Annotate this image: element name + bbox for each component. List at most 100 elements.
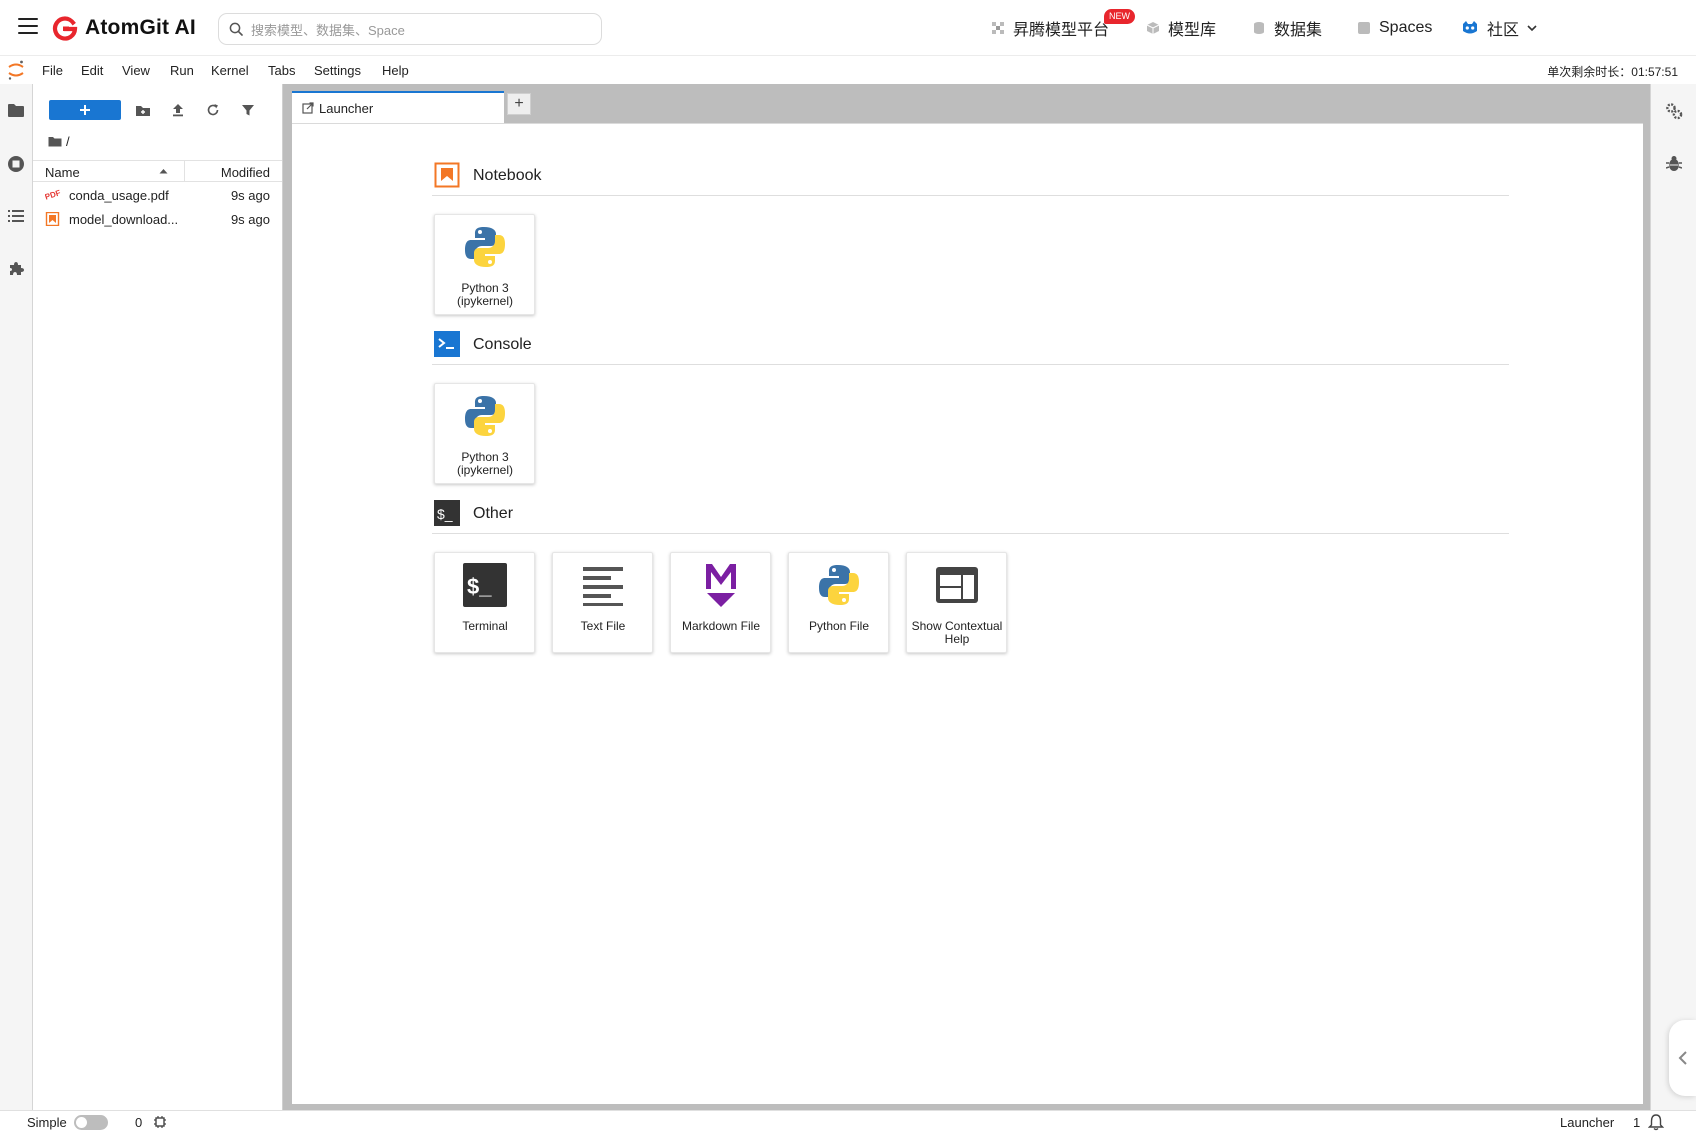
menu-edit[interactable]: Edit (81, 63, 103, 78)
menu-run[interactable]: Run (170, 63, 194, 78)
database-icon (1254, 22, 1264, 34)
site-search-input[interactable] (251, 20, 591, 40)
nav-community-label: 社区 (1487, 22, 1520, 39)
file-row[interactable]: PDF conda_usage.pdf 9s ago (33, 183, 282, 207)
launcher-card-contextual-help[interactable]: Show Contextual Help (906, 552, 1007, 653)
extensions-tab[interactable] (6, 258, 26, 278)
plus-icon (80, 105, 90, 115)
file-row[interactable]: model_download... 9s ago (33, 207, 282, 231)
card-label: Markdown File (681, 619, 761, 633)
search-icon (229, 22, 243, 36)
breadcrumb-path[interactable]: / (66, 134, 70, 149)
bell-icon[interactable] (1648, 1113, 1664, 1131)
jupyter-logo-icon[interactable] (7, 59, 25, 81)
nav-spaces[interactable]: Spaces (1357, 17, 1432, 39)
menu-help[interactable]: Help (382, 63, 409, 78)
card-label: Python 3 (ipykernel) (456, 281, 513, 308)
breadcrumb[interactable]: / (48, 134, 70, 149)
section-header: $_ Other (432, 500, 1509, 534)
card-label: Terminal (462, 619, 508, 633)
active-tab-name: Launcher (1560, 1115, 1615, 1130)
new-launcher-button[interactable] (49, 100, 121, 120)
kernel-count[interactable]: 0 (135, 1115, 142, 1130)
nav-community[interactable]: 社区 (1461, 17, 1537, 39)
file-modified: 9s ago (230, 212, 270, 227)
status-bar: Simple 0 Launcher 1 (0, 1110, 1696, 1133)
card-label: Text File (580, 619, 626, 633)
stop-circle-icon (8, 156, 24, 172)
nav-model-library-label: 模型库 (1168, 22, 1217, 39)
site-search-box[interactable] (218, 13, 602, 45)
refresh-icon (207, 104, 219, 116)
terminal-section-icon: $_ (434, 500, 460, 526)
launcher-card-console-python3[interactable]: Python 3 (ipykernel) (434, 383, 535, 484)
file-name: conda_usage.pdf (69, 188, 169, 203)
simple-mode-toggle[interactable] (74, 1115, 108, 1130)
column-name-header[interactable]: Name (45, 165, 80, 180)
python-icon (461, 392, 509, 440)
terminal-icon: $_ (461, 561, 509, 609)
column-divider[interactable] (184, 161, 185, 181)
new-folder-button[interactable] (134, 101, 152, 119)
file-browser-panel: / Name Modified PDF conda_usage.pdf 9s a… (33, 84, 283, 1110)
refresh-button[interactable] (204, 101, 222, 119)
table-of-contents-tab[interactable] (6, 206, 26, 226)
new-tab-button[interactable]: + (507, 93, 531, 115)
column-modified-header[interactable]: Modified (221, 165, 270, 180)
notebook-section-icon (434, 162, 460, 188)
pdf-icon: PDF (45, 188, 61, 202)
session-remaining-time: 单次剩余时长：01:57:51 (1547, 65, 1678, 79)
contextual-help-icon (933, 561, 981, 609)
new-badge: NEW (1104, 9, 1135, 24)
upload-button[interactable] (169, 101, 187, 119)
file-list-header: Name Modified (33, 160, 282, 182)
tab-launcher-label: Launcher (319, 100, 374, 116)
launcher-card-markdown-file[interactable]: Markdown File (670, 552, 771, 653)
new-folder-icon (136, 105, 150, 116)
nav-spaces-label: Spaces (1379, 19, 1433, 36)
svg-text:$_: $_ (467, 574, 492, 599)
site-header: AtomGit AI 昇腾模型平台 NEW 模型库 数据集 (0, 0, 1696, 56)
python-icon (461, 223, 509, 271)
section-header: Console (432, 331, 1509, 365)
card-label: Python File (808, 619, 870, 633)
nav-datasets[interactable]: 数据集 (1252, 17, 1322, 39)
nav-model-library[interactable]: 模型库 (1146, 17, 1216, 39)
property-inspector-tab[interactable] (1664, 101, 1684, 121)
debugger-tab[interactable] (1664, 154, 1684, 174)
community-mascot-icon (1463, 21, 1477, 34)
launcher-card-text-file[interactable]: Text File (552, 552, 653, 653)
card-label: Python 3 (ipykernel) (456, 450, 513, 477)
bug-icon (1666, 156, 1682, 171)
file-name: model_download... (69, 212, 179, 227)
section-title: Notebook (473, 167, 542, 184)
text-file-icon (579, 561, 627, 609)
filter-button[interactable] (239, 101, 257, 119)
list-icon (8, 210, 24, 222)
file-browser-tab[interactable] (6, 100, 26, 120)
atomgit-logo-icon[interactable] (52, 15, 78, 41)
folder-icon (8, 103, 24, 117)
card-label: Show Contextual Help (911, 619, 1003, 646)
menu-file[interactable]: File (42, 63, 63, 78)
left-activity-bar (0, 84, 33, 1110)
tab-launcher[interactable]: Launcher (292, 91, 504, 123)
kernel-status-icon[interactable] (153, 1115, 167, 1129)
collapse-panel-handle[interactable] (1669, 1020, 1696, 1096)
menu-tabs[interactable]: Tabs (268, 63, 295, 78)
menu-view[interactable]: View (122, 63, 150, 78)
markdown-icon (697, 561, 745, 609)
folder-icon (48, 137, 62, 147)
launcher-card-python-file[interactable]: Python File (788, 552, 889, 653)
spaces-icon (1358, 22, 1370, 34)
menu-settings[interactable]: Settings (314, 63, 361, 78)
puzzle-piece-icon (9, 261, 24, 275)
nav-ascend-platform[interactable]: 昇腾模型平台 (991, 17, 1109, 39)
menu-kernel[interactable]: Kernel (211, 63, 249, 78)
brand-name[interactable]: AtomGit AI (85, 16, 196, 40)
launcher-card-terminal[interactable]: $_ Terminal (434, 552, 535, 653)
hamburger-menu-icon[interactable] (18, 17, 38, 35)
running-sessions-tab[interactable] (6, 154, 26, 174)
upload-icon (173, 104, 183, 117)
launcher-card-notebook-python3[interactable]: Python 3 (ipykernel) (434, 214, 535, 315)
